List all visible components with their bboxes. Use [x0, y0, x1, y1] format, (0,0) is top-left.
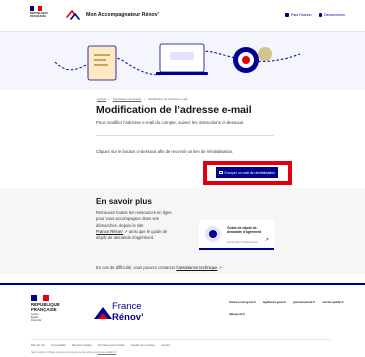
france-renov-roof-icon	[94, 307, 112, 319]
page-title: Modification de l’adresse e-mail	[96, 104, 252, 116]
republique-francaise-logo[interactable]: RÉPUBLIQUE FRANÇAISE	[30, 6, 52, 18]
breadcrumb-separator: ›	[144, 97, 146, 101]
hero-illustration	[54, 43, 301, 81]
hero-banner	[0, 32, 365, 90]
logout-label: Déconnexion	[324, 13, 345, 17]
license-link[interactable]: licence etalab-2.0	[97, 351, 116, 354]
highlight-box	[203, 161, 292, 185]
app-logo-icon	[66, 9, 80, 20]
external-link-icon: ↗	[264, 237, 269, 243]
footer-bottom-link[interactable]: Plan du site	[31, 344, 45, 347]
license-text: Sauf mention contraire, tous les contenu…	[31, 351, 117, 354]
logout-link[interactable]: Déconnexion	[318, 13, 345, 17]
app-title[interactable]: Mon Accompagnateur Rénov'	[86, 12, 159, 18]
footer-link[interactable]: data.gouv.fr	[229, 312, 245, 316]
gov-logo-text: RÉPUBLIQUE FRANÇAISE	[30, 12, 49, 19]
footer-bottom-link[interactable]: Mentions légales	[72, 344, 92, 347]
guide-card[interactable]: Guide de dépôt de demande d’agrément Fra…	[199, 220, 274, 250]
footer-gov-logo[interactable]: RÉPUBLIQUE FRANÇAISE Liberté Égalité Fra…	[31, 295, 61, 322]
en-savoir-plus-section: En savoir plus Retrouvez toutes les ress…	[0, 188, 365, 274]
guide-title: Guide de dépôt de demande d’agrément	[227, 226, 262, 235]
help-text: En cas de difficulté, vous pouvez contac…	[96, 265, 223, 270]
page-description: Pour modifier l’adresse e-mail du compte…	[96, 120, 245, 125]
breadcrumb-home-link[interactable]: Accueil	[97, 97, 106, 101]
french-flag-icon	[31, 295, 49, 301]
france-renov-link[interactable]: France Rénov’	[96, 229, 123, 234]
guide-thumbnail-icon	[205, 226, 221, 242]
footer-bottom-links: Plan du site Accessibilité Mentions léga…	[31, 339, 331, 347]
site-footer: RÉPUBLIQUE FRANÇAISE Liberté Égalité Fra…	[0, 283, 365, 357]
logout-icon	[318, 13, 323, 17]
breadcrumb-current: Modification de l'adresse e-mail	[148, 97, 188, 101]
site-header: RÉPUBLIQUE FRANÇAISE Mon Accompagnateur …	[0, 0, 365, 32]
user-account-link[interactable]: Paul Hochon	[285, 13, 312, 17]
footer-external-links: france-renov.gouv.fr legifrance.gouv.fr …	[229, 300, 354, 316]
technical-support-link[interactable]: l’assistance technique	[176, 265, 217, 270]
brand-line-1: France	[112, 301, 142, 312]
resources-text: Retrouvez toutes les ressources en ligne…	[96, 210, 172, 241]
instruction-text: Cliquez sur le bouton ci-dessous afin de…	[96, 149, 234, 154]
footer-link[interactable]: service-public.fr	[322, 300, 344, 304]
footer-bottom-link[interactable]: Données personnelles	[98, 344, 125, 347]
footer-link[interactable]: legifrance.gouv.fr	[263, 300, 286, 304]
footer-link[interactable]: france-renov.gouv.fr	[229, 300, 256, 304]
user-icon	[285, 13, 289, 17]
republic-motto: Liberté Égalité Fraternité	[31, 313, 42, 322]
user-name: Paul Hochon	[290, 13, 312, 17]
external-link-icon: ↗	[217, 265, 223, 270]
france-renov-logo[interactable]: France Rénov’	[92, 299, 152, 329]
section-title: En savoir plus	[96, 197, 152, 206]
footer-gov-text: RÉPUBLIQUE FRANÇAISE	[31, 302, 60, 312]
section-divider	[96, 135, 274, 136]
french-flag-icon	[30, 6, 42, 11]
footer-link[interactable]: gouvernement.fr	[293, 300, 315, 304]
breadcrumb-separator: ›	[109, 97, 110, 101]
brand-line-2: Rénov’	[112, 312, 144, 323]
header-actions: Paul Hochon Déconnexion	[285, 13, 345, 17]
breadcrumb-account-link[interactable]: Paramètres du compte	[113, 97, 141, 101]
breadcrumb: Accueil › Paramètres du compte › Modific…	[97, 97, 187, 101]
footer-bottom-link[interactable]: Contact	[161, 344, 170, 347]
footer-bottom-link[interactable]: Gestion des cookies	[131, 344, 155, 347]
footer-bottom-link[interactable]: Accessibilité	[51, 344, 66, 347]
guide-subtitle: France Rénov’ Professionnel	[227, 241, 258, 244]
